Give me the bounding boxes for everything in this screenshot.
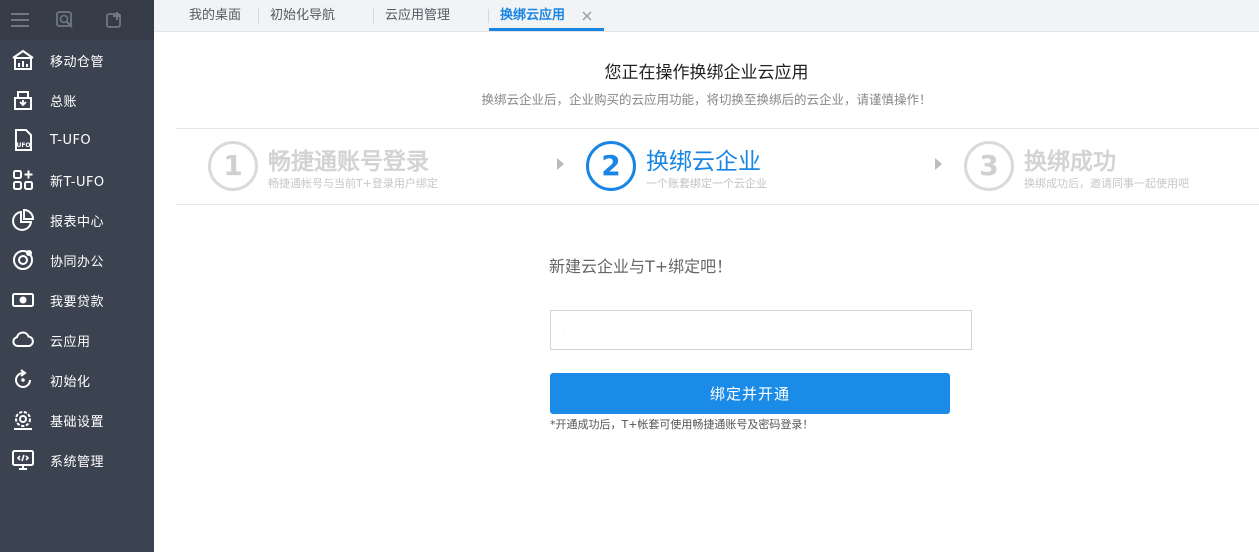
sidebar-item-collaboration[interactable]: 协同办公 [0,240,154,280]
sidebar-item-label: 报表中心 [50,214,105,230]
step-arrow-icon [935,158,942,170]
active-tab-indicator [489,28,604,31]
tab-cloud-app-management[interactable]: 云应用管理 [385,0,450,32]
sidebar-item-label: 基础设置 [50,414,105,430]
step-description: 畅捷通帐号与当前T+登录用户绑定 [268,177,438,190]
step-title: 换绑云企业 [646,149,761,175]
cloud-icon [10,327,36,353]
sidebar-item-system-management[interactable]: 系统管理 [0,440,154,480]
ledger-icon [10,87,36,113]
sidebar-item-new-t-ufo[interactable]: 新T-UFO [0,160,154,200]
grid-plus-icon [10,167,36,193]
tab-divider [373,9,374,23]
sidebar-item-report-center[interactable]: 报表中心 [0,200,154,240]
menu-icon[interactable] [0,0,40,40]
gear-icon [10,407,36,433]
svg-text:UFO: UFO [16,142,30,149]
refresh-icon [10,367,36,393]
redaction-mask [560,319,730,341]
step-arrow-icon [557,158,564,170]
sidebar-item-label: 移动仓管 [50,54,105,70]
step-title: 换绑成功 [1024,149,1116,175]
sidebar-menu: 移动仓管 总账 UFO T-UFO 新T-UFO 报表中心 协同办公 我要贷款 … [0,40,154,480]
sidebar-toolbar [0,0,154,40]
sidebar-item-label: 协同办公 [50,254,105,270]
step-description: 一个账套绑定一个云企业 [646,177,767,190]
sidebar-item-label: 初始化 [50,374,91,390]
sidebar-item-loan[interactable]: 我要贷款 [0,280,154,320]
sidebar-item-initialization[interactable]: 初始化 [0,360,154,400]
sidebar-item-label: 总账 [50,94,78,110]
warehouse-chart-icon [10,47,36,73]
sidebar-item-label: 新T-UFO [50,174,105,190]
step-number: 3 [964,141,1014,191]
bind-and-activate-button[interactable]: 绑定并开通 [550,373,950,414]
activation-note: *开通成功后，T+帐套可使用畅捷通账号及密码登录！ [550,418,814,431]
sidebar: 移动仓管 总账 UFO T-UFO 新T-UFO 报表中心 协同办公 我要贷款 … [0,0,154,552]
tab-divider [488,9,489,23]
sidebar-item-label: 我要贷款 [50,294,105,310]
sidebar-item-label: T-UFO [50,132,92,148]
step-title: 畅捷通账号登录 [268,149,429,175]
tab-divider [258,9,259,23]
sidebar-item-general-ledger[interactable]: 总账 [0,80,154,120]
divider [176,204,1259,205]
search-icon[interactable] [40,0,90,40]
sidebar-item-label: 云应用 [50,334,91,350]
step-description: 换绑成功后，邀请同事一起使用吧 [1024,177,1189,190]
tab-my-desktop[interactable]: 我的桌面 [189,0,241,32]
close-icon[interactable] [580,8,594,22]
sidebar-item-label: 系统管理 [50,454,105,470]
target-icon [10,247,36,273]
bind-heading: 新建云企业与T+绑定吧！ [549,257,733,276]
page-title: 您正在操作换绑企业云应用 [604,63,809,83]
sidebar-item-basic-settings[interactable]: 基础设置 [0,400,154,440]
pie-chart-icon [10,207,36,233]
ufo-file-icon: UFO [10,127,36,153]
monitor-code-icon [10,447,36,473]
money-icon [10,287,36,313]
divider [176,128,1259,129]
tab-bar: 我的桌面 初始化导航 云应用管理 换绑云应用 [154,0,1259,32]
new-window-icon[interactable] [90,0,140,40]
page-subtitle: 换绑云企业后，企业购买的云应用功能，将切换至换绑后的云企业，请谨慎操作！ [481,92,932,107]
sidebar-item-mobile-warehouse[interactable]: 移动仓管 [0,40,154,80]
sidebar-item-t-ufo[interactable]: UFO T-UFO [0,120,154,160]
step-number: 2 [586,141,636,191]
sidebar-item-cloud-apps[interactable]: 云应用 [0,320,154,360]
tab-init-guide[interactable]: 初始化导航 [270,0,335,32]
step-number: 1 [208,141,258,191]
